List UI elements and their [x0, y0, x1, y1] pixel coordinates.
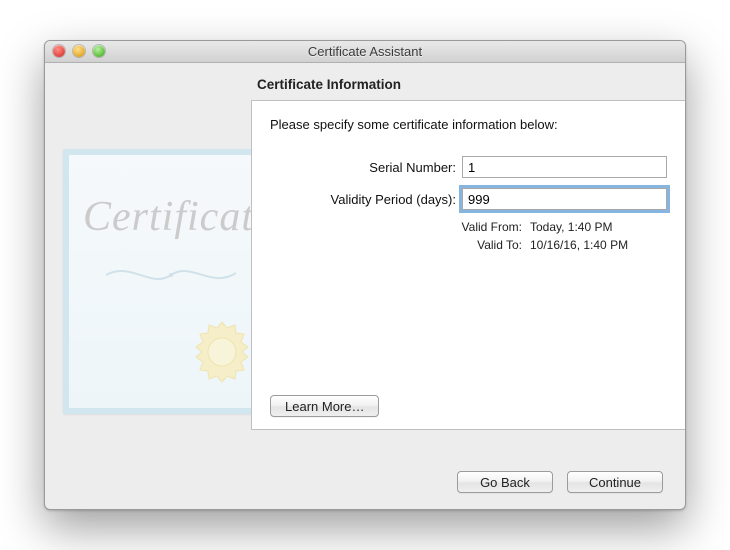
- page-heading: Certificate Information: [257, 77, 663, 92]
- footer-buttons: Go Back Continue: [45, 471, 685, 509]
- seal-icon: [190, 320, 254, 384]
- learn-more-button[interactable]: Learn More…: [270, 395, 379, 417]
- row-serial: Serial Number:: [270, 156, 667, 178]
- flourish-icon: [101, 263, 241, 283]
- row-valid-from: Valid From: Today, 1:40 PM: [270, 220, 667, 234]
- minimize-icon[interactable]: [73, 45, 85, 57]
- label-valid-from: Valid From:: [270, 220, 530, 234]
- validity-period-input[interactable]: [462, 188, 667, 210]
- validity-info: Valid From: Today, 1:40 PM Valid To: 10/…: [270, 220, 667, 252]
- row-validity: Validity Period (days):: [270, 188, 667, 210]
- value-valid-to: 10/16/16, 1:40 PM: [530, 238, 628, 252]
- certificate-graphic: Certificate: [63, 149, 278, 414]
- value-valid-from: Today, 1:40 PM: [530, 220, 613, 234]
- window-controls: [53, 45, 105, 57]
- instruction-text: Please specify some certificate informat…: [270, 117, 667, 132]
- continue-button[interactable]: Continue: [567, 471, 663, 493]
- label-serial-number: Serial Number:: [270, 160, 462, 175]
- label-valid-to: Valid To:: [270, 238, 530, 252]
- window-title: Certificate Assistant: [45, 44, 685, 59]
- zoom-icon[interactable]: [93, 45, 105, 57]
- form-frame: Please specify some certificate informat…: [251, 100, 686, 430]
- window: Certificate Assistant Certificate Certif…: [44, 40, 686, 510]
- label-validity-period: Validity Period (days):: [270, 192, 462, 207]
- row-valid-to: Valid To: 10/16/16, 1:40 PM: [270, 238, 667, 252]
- go-back-button[interactable]: Go Back: [457, 471, 553, 493]
- serial-number-input[interactable]: [462, 156, 667, 178]
- content-area: Certificate Certificate Information Plea…: [45, 63, 685, 471]
- certificate-script-text: Certificate: [83, 193, 274, 241]
- titlebar: Certificate Assistant: [45, 41, 685, 63]
- certificate-card: Certificate: [63, 149, 278, 414]
- close-icon[interactable]: [53, 45, 65, 57]
